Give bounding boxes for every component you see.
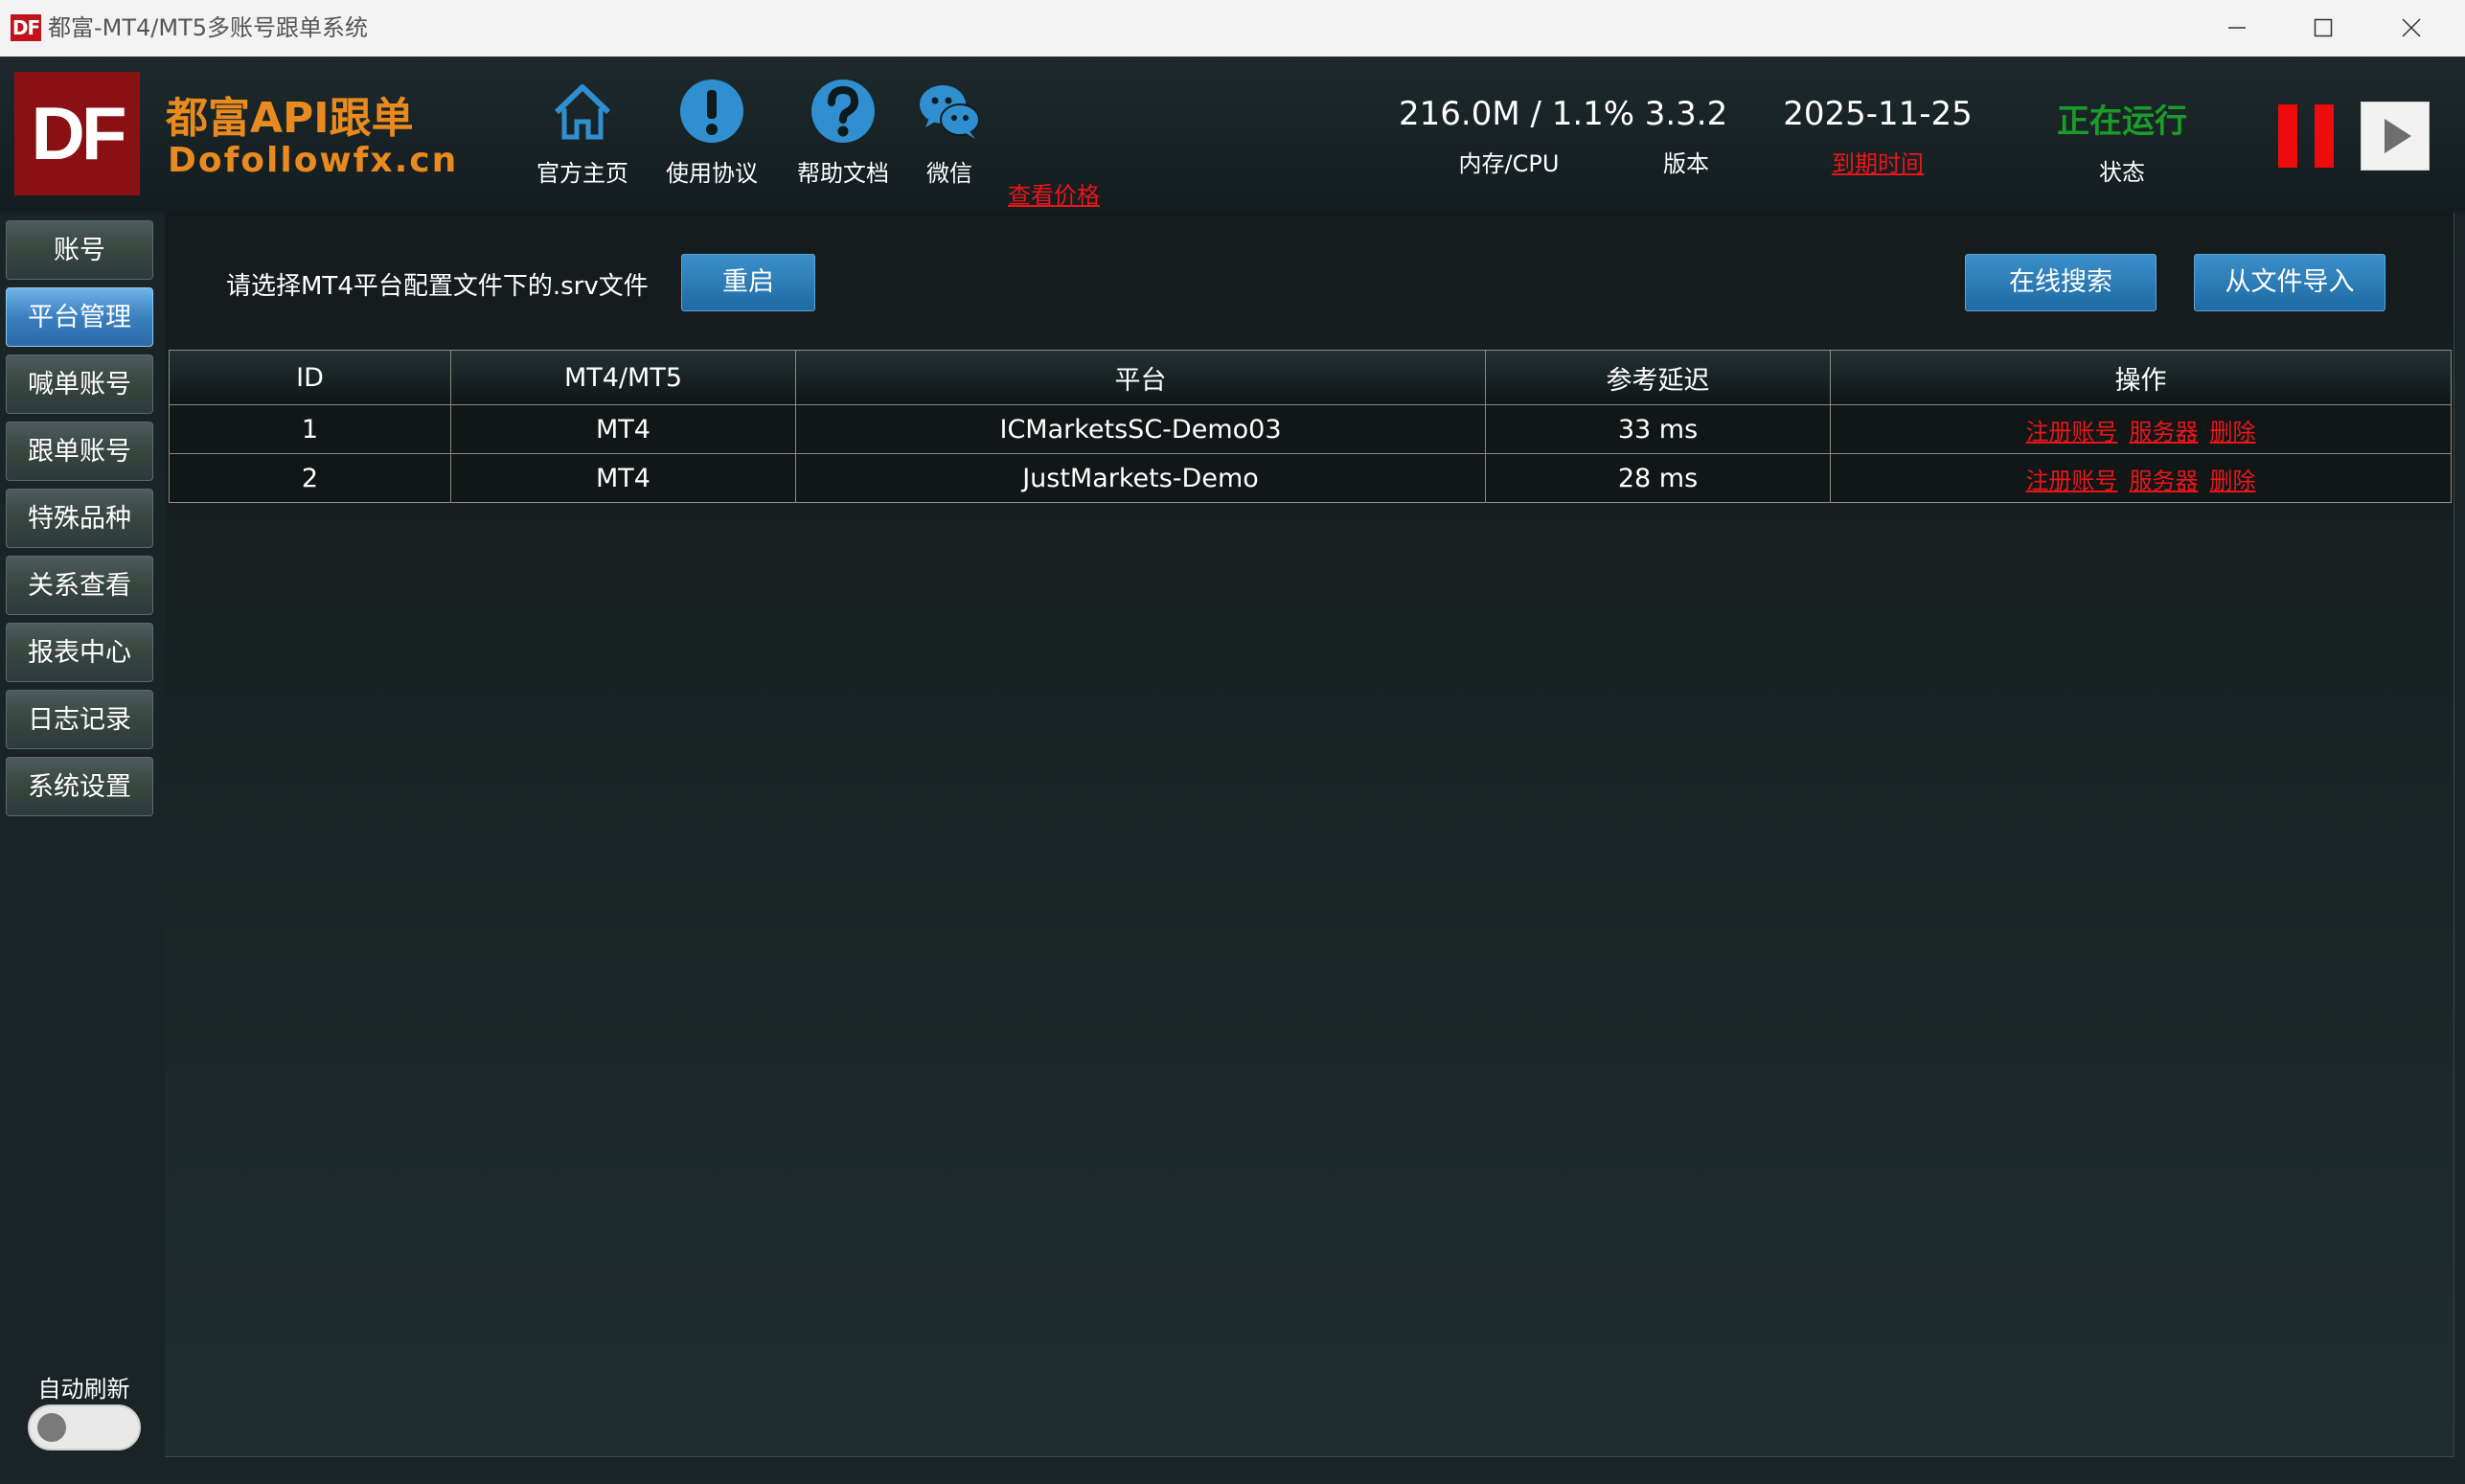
sidebar-item-settings[interactable]: 系统设置 (6, 757, 153, 816)
nav-help-label: 帮助文档 (797, 160, 889, 187)
table-header: ID MT4/MT5 平台 参考延迟 操作 (170, 351, 2451, 405)
nav-terms[interactable]: 使用协议 (659, 78, 765, 188)
nav-help[interactable]: 帮助文档 (790, 78, 896, 188)
online-search-button[interactable]: 在线搜索 (1965, 254, 2157, 311)
app-header: DF 都富API跟单 Dofollowfx.cn 官方主页 使用协议 帮助文档 (0, 57, 2465, 213)
status-label: 状态 (2099, 159, 2145, 186)
restart-button[interactable]: 重启 (681, 254, 815, 311)
sidebar-item-account[interactable]: 账号 (6, 220, 153, 280)
version-value: 3.3.2 (1644, 95, 1728, 133)
sidebar-item-special-symbols[interactable]: 特殊品种 (6, 489, 153, 548)
cell-platform: ICMarketsSC-Demo03 (796, 405, 1486, 453)
pause-icon-bar (2315, 104, 2334, 168)
nav-wechat[interactable]: 微信 (910, 78, 989, 188)
column-header-actions[interactable]: 操作 (1831, 351, 2451, 404)
status-stat: 正在运行 状态 (2031, 95, 2213, 187)
memory-cpu-stat: 216.0M / 1.1% 内存/CPU (1399, 95, 1635, 178)
auto-refresh-toggle[interactable] (28, 1404, 141, 1450)
maximize-button[interactable] (2280, 0, 2366, 57)
cell-actions: 注册账号 服务器 删除 (1831, 454, 2451, 502)
server-link[interactable]: 服务器 (2130, 413, 2199, 446)
sidebar-item-relationships[interactable]: 关系查看 (6, 556, 153, 615)
minimize-icon (2228, 27, 2246, 29)
version-stat: 3.3.2 版本 (1629, 95, 1744, 178)
cell-latency: 33 ms (1486, 405, 1831, 453)
nav-home[interactable]: 官方主页 (530, 78, 635, 188)
sidebar-item-platform-management[interactable]: 平台管理 (6, 287, 153, 347)
view-price-link[interactable]: 查看价格 (1008, 176, 1100, 210)
auto-refresh-label: 自动刷新 (37, 1376, 130, 1403)
sidebar: 账号 平台管理 喊单账号 跟单账号 特殊品种 关系查看 报表中心 日志记录 系统… (0, 213, 163, 1484)
sidebar-item-signal-accounts[interactable]: 喊单账号 (6, 354, 153, 414)
maximize-icon (2314, 18, 2333, 37)
cell-type: MT4 (451, 405, 796, 453)
memory-cpu-label: 内存/CPU (1458, 150, 1560, 177)
platform-table: ID MT4/MT5 平台 参考延迟 操作 1 MT4 ICMarketsSC-… (169, 350, 2452, 503)
import-from-file-button[interactable]: 从文件导入 (2194, 254, 2385, 311)
register-account-link[interactable]: 注册账号 (2026, 413, 2118, 446)
expiry-value: 2025-11-25 (1783, 95, 1973, 133)
cell-id: 1 (170, 405, 451, 453)
nav-terms-label: 使用协议 (666, 160, 758, 187)
cell-id: 2 (170, 454, 451, 502)
version-label: 版本 (1663, 150, 1709, 177)
window-title: 都富-MT4/MT5多账号跟单系统 (48, 14, 369, 41)
app-icon: DF (11, 14, 41, 41)
expiry-label-link[interactable]: 到期时间 (1763, 145, 1993, 178)
brand-logo: DF (14, 72, 140, 195)
minimize-button[interactable] (2194, 0, 2280, 57)
column-header-type[interactable]: MT4/MT5 (451, 351, 796, 404)
exclamation-icon (680, 80, 743, 143)
status-value: 正在运行 (2057, 103, 2187, 141)
brand-url: Dofollowfx.cn (168, 141, 459, 180)
title-bar: DF 都富-MT4/MT5多账号跟单系统 (0, 0, 2465, 57)
wechat-icon (920, 85, 980, 139)
table-row[interactable]: 1 MT4 ICMarketsSC-Demo03 33 ms 注册账号 服务器 … (170, 405, 2451, 454)
column-header-id[interactable]: ID (170, 351, 451, 404)
server-link[interactable]: 服务器 (2130, 462, 2199, 495)
sidebar-item-logs[interactable]: 日志记录 (6, 690, 153, 749)
cell-latency: 28 ms (1486, 454, 1831, 502)
play-icon (2385, 119, 2411, 153)
sidebar-item-reports[interactable]: 报表中心 (6, 623, 153, 682)
memory-cpu-value: 216.0M / 1.1% (1399, 95, 1635, 133)
sidebar-item-follow-accounts[interactable]: 跟单账号 (6, 422, 153, 481)
toggle-knob (37, 1413, 66, 1442)
nav-wechat-label: 微信 (926, 160, 972, 187)
main-panel: 请选择MT4平台配置文件下的.srv文件 重启 在线搜索 从文件导入 ID MT… (165, 213, 2454, 1457)
pause-button[interactable] (2278, 104, 2338, 168)
delete-link[interactable]: 删除 (2210, 413, 2256, 446)
cell-platform: JustMarkets-Demo (796, 454, 1486, 502)
pause-icon (2278, 104, 2297, 168)
brand-name: 都富API跟单 (166, 94, 414, 143)
srv-file-prompt: 请选择MT4平台配置文件下的.srv文件 (226, 272, 649, 301)
close-button[interactable] (2368, 0, 2454, 57)
home-icon (554, 84, 611, 140)
delete-link[interactable]: 删除 (2210, 462, 2256, 495)
play-button[interactable] (2361, 102, 2430, 171)
table-row[interactable]: 2 MT4 JustMarkets-Demo 28 ms 注册账号 服务器 删除 (170, 454, 2451, 502)
nav-home-label: 官方主页 (536, 160, 628, 187)
close-icon (2402, 18, 2421, 37)
cell-actions: 注册账号 服务器 删除 (1831, 405, 2451, 453)
expiry-stat: 2025-11-25 到期时间 (1763, 95, 1993, 178)
column-header-platform[interactable]: 平台 (796, 351, 1486, 404)
cell-type: MT4 (451, 454, 796, 502)
column-header-latency[interactable]: 参考延迟 (1486, 351, 1831, 404)
question-icon (811, 80, 875, 143)
register-account-link[interactable]: 注册账号 (2026, 462, 2118, 495)
